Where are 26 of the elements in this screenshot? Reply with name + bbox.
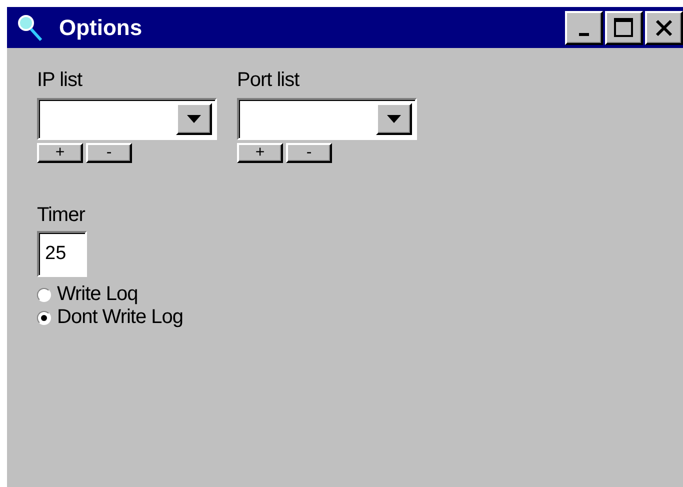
minimize-icon [579,33,589,36]
radio-label: Dont Write Log [57,306,184,329]
minimize-button[interactable] [565,10,603,44]
remove-button[interactable]: - [86,143,132,163]
combo-box[interactable] [237,98,417,140]
triangle-down-icon [186,114,202,124]
timer-field[interactable]: 25 [37,231,87,277]
combo-box[interactable] [37,98,217,140]
list-label: IP list [37,68,84,93]
triangle-down-icon [386,114,402,124]
dropdown-button[interactable] [376,103,412,135]
window-title: Options [59,14,144,40]
maximize-icon [613,16,635,38]
dropdown-button[interactable] [176,103,212,135]
remove-button[interactable]: - [286,143,332,163]
close-button[interactable] [645,10,683,44]
list-label: Port list [237,68,300,93]
timer-label: Timer [37,203,86,228]
add-button[interactable]: + [37,143,83,163]
magnifier-icon [17,14,43,42]
close-icon [654,18,674,38]
add-button[interactable]: + [237,143,283,163]
radio-button[interactable] [37,310,51,324]
radio-button[interactable] [37,288,51,302]
radio-label: Write Loq [57,283,138,306]
maximize-button[interactable] [605,10,643,44]
